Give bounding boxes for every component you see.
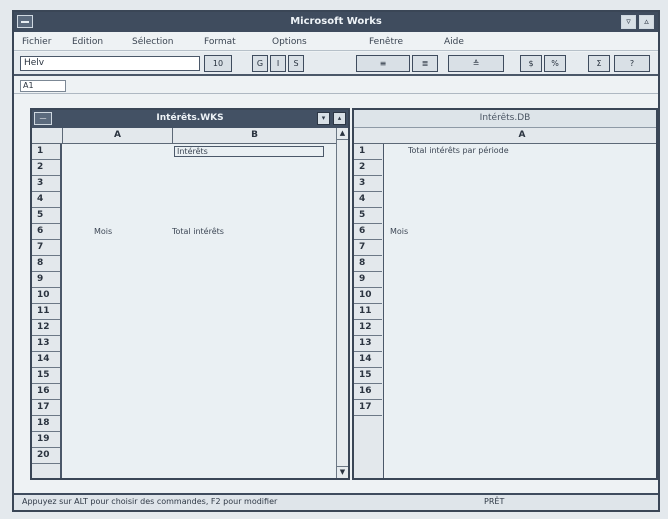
row-header[interactable]: 18 bbox=[32, 416, 60, 432]
right-document-window[interactable]: Intérêts.DB A 1 2 3 4 5 6 7 8 9 10 11 12… bbox=[352, 108, 658, 480]
row-header[interactable]: 11 bbox=[354, 304, 382, 320]
menu-aide[interactable]: Aide bbox=[444, 37, 464, 47]
cell-b1-text: Intérêts bbox=[177, 147, 208, 156]
row-header[interactable]: 5 bbox=[354, 208, 382, 224]
left-doc-title-bar[interactable]: Intérêts.WKS bbox=[32, 110, 348, 128]
row-header[interactable]: 17 bbox=[32, 400, 60, 416]
doc-maximize-icon[interactable]: ▴ bbox=[333, 112, 346, 125]
scroll-up-icon[interactable]: ▲ bbox=[337, 128, 348, 140]
app-title: Microsoft Works bbox=[290, 16, 382, 27]
cell-b6[interactable]: Total intérêts bbox=[172, 227, 224, 236]
underline-button[interactable]: S bbox=[288, 55, 304, 72]
menu-options[interactable]: Options bbox=[272, 37, 307, 47]
row-header[interactable]: 3 bbox=[32, 176, 60, 192]
row-header[interactable]: 15 bbox=[32, 368, 60, 384]
row-header[interactable]: 9 bbox=[32, 272, 60, 288]
left-column-header: A B bbox=[32, 128, 336, 144]
row-header[interactable]: 2 bbox=[354, 160, 382, 176]
right-row-header: 1 2 3 4 5 6 7 8 9 10 11 12 13 14 15 16 1… bbox=[354, 144, 384, 478]
title-bar: Microsoft Works ▿ ▵ bbox=[14, 12, 658, 32]
cell-a6[interactable]: Mois bbox=[94, 227, 112, 236]
row-header[interactable]: 2 bbox=[32, 160, 60, 176]
row-header[interactable]: 14 bbox=[32, 352, 60, 368]
row-header[interactable]: 13 bbox=[32, 336, 60, 352]
row-header[interactable]: 12 bbox=[32, 320, 60, 336]
row-header[interactable]: 16 bbox=[32, 384, 60, 400]
left-cell-grid[interactable]: Intérêts Mois Total intérêts bbox=[64, 144, 336, 478]
menu-selection[interactable]: Sélection bbox=[132, 37, 173, 47]
left-document-window[interactable]: Intérêts.WKS — ▾ ▴ A B 1 2 3 4 5 6 7 8 9… bbox=[30, 108, 350, 480]
autosum-button[interactable]: Σ bbox=[588, 55, 610, 72]
row-header[interactable]: 6 bbox=[32, 224, 60, 240]
right-column-header: A bbox=[354, 128, 656, 144]
formula-bar: A1 bbox=[14, 78, 658, 94]
right-doc-title: Intérêts.DB bbox=[479, 113, 531, 123]
status-bar: Appuyez sur ALT pour choisir des command… bbox=[14, 493, 658, 510]
row-header[interactable]: 15 bbox=[354, 368, 382, 384]
row-header[interactable]: 16 bbox=[354, 384, 382, 400]
column-header-a[interactable]: A bbox=[62, 128, 172, 144]
row-header[interactable]: 10 bbox=[32, 288, 60, 304]
row-header[interactable]: 6 bbox=[354, 224, 382, 240]
row-header[interactable]: 17 bbox=[354, 400, 382, 416]
row-header[interactable]: 9 bbox=[354, 272, 382, 288]
row-header[interactable]: 4 bbox=[32, 192, 60, 208]
row-header[interactable]: 14 bbox=[354, 352, 382, 368]
font-size-box[interactable]: 10 bbox=[204, 55, 232, 72]
row-header[interactable]: 1 bbox=[354, 144, 382, 160]
menu-bar: Fichier Edition Sélection Format Options… bbox=[14, 34, 658, 51]
menu-fenetre[interactable]: Fenêtre bbox=[369, 37, 403, 47]
menu-edition[interactable]: Edition bbox=[72, 37, 103, 47]
percent-button[interactable]: % bbox=[544, 55, 566, 72]
right-doc-title-bar[interactable]: Intérêts.DB bbox=[354, 110, 656, 128]
currency-button[interactable]: $ bbox=[520, 55, 542, 72]
font-name: Helv bbox=[24, 58, 45, 68]
align-left-button[interactable]: ≡ bbox=[356, 55, 410, 72]
row-header[interactable]: 1 bbox=[32, 144, 60, 160]
help-button[interactable]: ? bbox=[614, 55, 650, 72]
align-right-button[interactable]: ≙ bbox=[448, 55, 504, 72]
font-name-box[interactable]: Helv bbox=[20, 56, 200, 71]
row-header[interactable]: 13 bbox=[354, 336, 382, 352]
left-row-header: 1 2 3 4 5 6 7 8 9 10 11 12 13 14 15 16 1… bbox=[32, 144, 62, 478]
scroll-down-icon[interactable]: ▼ bbox=[337, 466, 348, 478]
row-header[interactable]: 4 bbox=[354, 192, 382, 208]
row-header[interactable]: 19 bbox=[32, 432, 60, 448]
menu-format[interactable]: Format bbox=[204, 37, 236, 47]
row-header[interactable]: 7 bbox=[32, 240, 60, 256]
cell-b1[interactable]: Intérêts bbox=[174, 146, 324, 157]
left-doc-title: Intérêts.WKS bbox=[156, 113, 224, 123]
row-header[interactable]: 5 bbox=[32, 208, 60, 224]
cell-a6[interactable]: Mois bbox=[390, 227, 408, 236]
doc-minimize-icon[interactable]: ▾ bbox=[317, 112, 330, 125]
doc-control-icon[interactable]: — bbox=[34, 112, 52, 125]
restore-button[interactable]: ▵ bbox=[639, 15, 654, 29]
row-header[interactable]: 8 bbox=[32, 256, 60, 272]
row-header[interactable]: 12 bbox=[354, 320, 382, 336]
status-mode: PRÊT bbox=[484, 497, 505, 506]
left-vertical-scrollbar[interactable]: ▲ ▼ bbox=[336, 128, 348, 478]
bold-button[interactable]: G bbox=[252, 55, 268, 72]
minimize-button[interactable]: ▿ bbox=[621, 15, 636, 29]
cell-reference[interactable]: A1 bbox=[20, 80, 66, 92]
italic-button[interactable]: I bbox=[270, 55, 286, 72]
column-header-b[interactable]: B bbox=[172, 128, 336, 144]
row-header[interactable]: 7 bbox=[354, 240, 382, 256]
cell-a1[interactable]: Total intérêts par période bbox=[408, 146, 509, 155]
row-header[interactable]: 8 bbox=[354, 256, 382, 272]
column-header-a[interactable]: A bbox=[384, 128, 660, 144]
row-header[interactable]: 10 bbox=[354, 288, 382, 304]
align-center-button[interactable]: ≣ bbox=[412, 55, 438, 72]
row-header[interactable]: 20 bbox=[32, 448, 60, 464]
status-message: Appuyez sur ALT pour choisir des command… bbox=[22, 497, 278, 506]
toolbar: Helv 10 G I S ≡ ≣ ≙ $ % Σ ? bbox=[14, 52, 658, 76]
works-window: Microsoft Works ▿ ▵ Fichier Edition Séle… bbox=[12, 10, 660, 512]
row-header[interactable]: 3 bbox=[354, 176, 382, 192]
menu-fichier[interactable]: Fichier bbox=[22, 37, 51, 47]
row-header[interactable]: 11 bbox=[32, 304, 60, 320]
right-cell-grid[interactable]: Total intérêts par période Mois bbox=[386, 144, 656, 478]
